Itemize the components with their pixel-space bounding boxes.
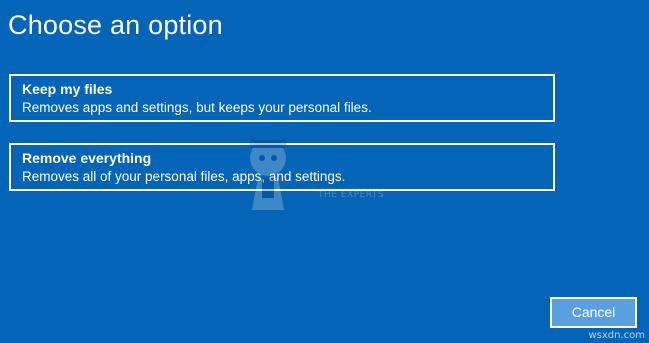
page-title: Choose an option [8, 10, 223, 40]
option-title: Keep my files [22, 81, 113, 97]
option-description: Removes apps and settings, but keeps you… [22, 100, 372, 115]
cancel-button[interactable]: Cancel [550, 297, 637, 328]
watermark-text: THE EXPERTS [318, 190, 385, 200]
keep-my-files-option[interactable]: Keep my files Removes apps and settings,… [9, 74, 555, 122]
option-title: Remove everything [22, 150, 152, 166]
option-description: Removes all of your personal files, apps… [22, 169, 346, 184]
site-watermark: wsxdn.com [588, 330, 645, 341]
remove-everything-option[interactable]: Remove everything Removes all of your pe… [9, 143, 555, 191]
